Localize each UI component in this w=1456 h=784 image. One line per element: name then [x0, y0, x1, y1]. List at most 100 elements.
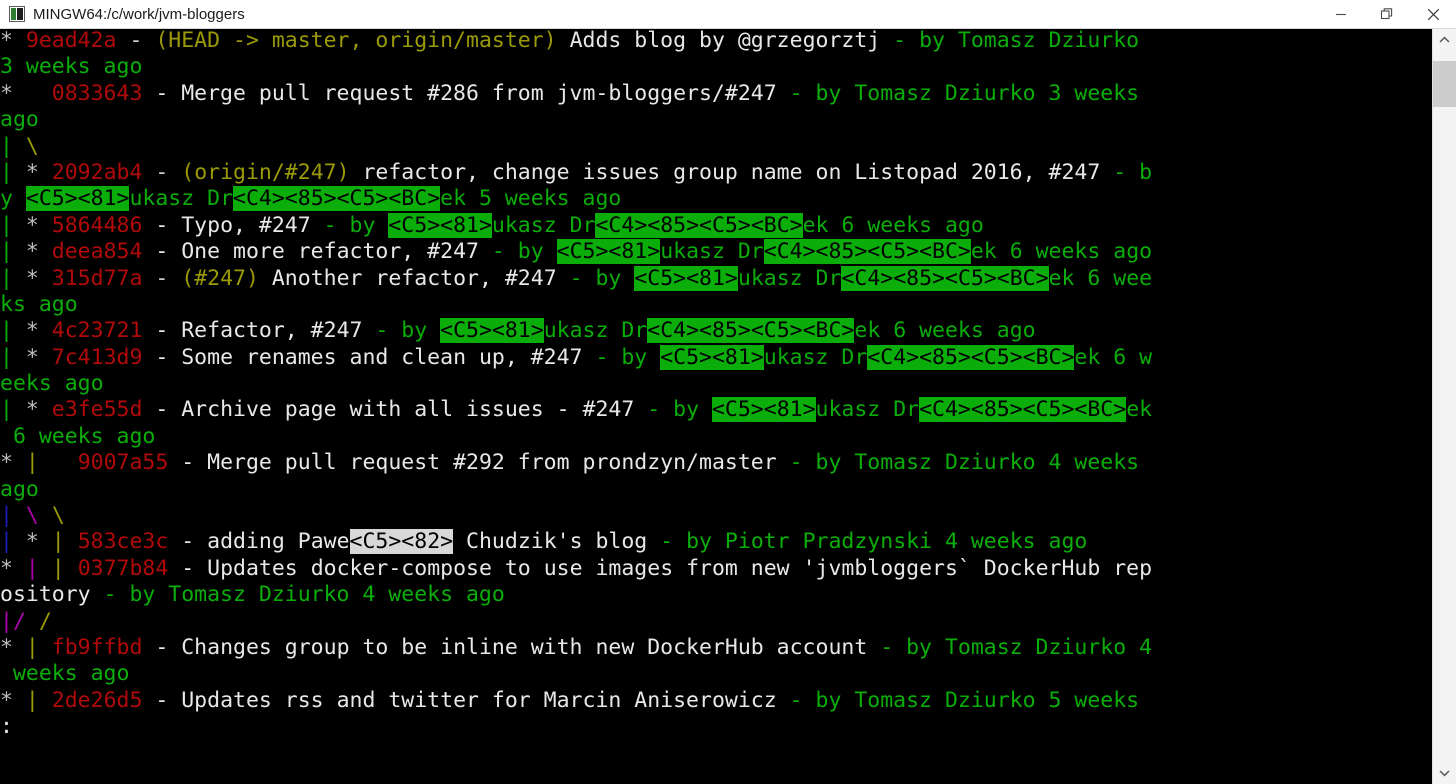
scroll-up-arrow-icon[interactable] — [1433, 29, 1456, 51]
terminal-text-span: 4c23721 — [51, 318, 143, 344]
maximize-restore-button[interactable] — [1364, 0, 1410, 29]
terminal-text-span: ek 6 weeks ago — [802, 212, 984, 238]
search-match-highlight: <C5><81> — [660, 344, 764, 370]
terminal-text-span: | — [25, 634, 39, 660]
terminal-text-span: deea854 — [51, 239, 143, 265]
terminal-window: MINGW64:/c/work/jvm-bloggers * 9ead42a -… — [0, 0, 1456, 784]
close-button[interactable] — [1410, 0, 1456, 29]
terminal-text-span: ks ago — [0, 291, 78, 317]
terminal-text-span: ukasz Dr — [129, 186, 234, 212]
terminal-text-span: | — [51, 529, 65, 555]
terminal-text-span: ek 6 weeks ago — [854, 318, 1036, 344]
terminal-text-span: | — [0, 212, 13, 238]
window-controls — [1318, 0, 1456, 29]
terminal-text-span — [39, 635, 52, 660]
terminal-text-span — [65, 529, 78, 554]
terminal-text-span: weeks ago — [0, 661, 130, 687]
terminal-line: * | fb9ffbd - Changes group to be inline… — [0, 635, 1432, 661]
terminal-text-span: ago — [0, 107, 39, 133]
vertical-scrollbar[interactable] — [1432, 29, 1456, 784]
terminal-text-span: - by — [582, 344, 661, 370]
scroll-down-arrow-icon[interactable] — [1433, 762, 1456, 784]
terminal-text-span — [39, 556, 52, 581]
terminal-line: * | 9007a55 - Merge pull request #292 fr… — [0, 450, 1432, 476]
terminal-line: | * | 583ce3c - adding Pawe<C5><82> Chud… — [0, 529, 1432, 555]
terminal-text-span: 9ead42a — [25, 29, 117, 53]
terminal-text-span: 5864486 — [51, 212, 143, 238]
terminal-text-span: | — [0, 397, 13, 423]
terminal-text-span — [13, 134, 26, 159]
terminal-text-span — [65, 556, 78, 581]
terminal-text-span: - by Tomasz Dziurko 4 weeks ago — [90, 582, 505, 608]
terminal-line: | * 2092ab4 - (origin/#247) refactor, ch… — [0, 160, 1432, 186]
terminal-line: | \ \ — [0, 503, 1432, 529]
terminal-line: ago — [0, 107, 1432, 133]
search-match-highlight: <C5><82> — [349, 529, 454, 555]
terminal-text-span: - Merge pull request #286 from jvm-blogg… — [142, 80, 777, 106]
terminal-text-span: | — [51, 555, 65, 581]
terminal-text-span: - — [116, 29, 156, 53]
terminal-line: * | 2de26d5 - Updates rss and twitter fo… — [0, 688, 1432, 714]
terminal-text-span: Another refactor, #247 — [258, 265, 557, 291]
terminal-text-span: 2092ab4 — [51, 159, 143, 185]
terminal-text-span: - by — [556, 265, 635, 291]
terminal-line: * 9ead42a - (HEAD -> master, origin/mast… — [0, 29, 1432, 54]
terminal-text-span: | — [0, 133, 13, 159]
terminal-text-span: - by — [310, 212, 389, 238]
terminal-text-span: eeks ago — [0, 371, 104, 397]
terminal-line: | * e3fe55d - Archive page with all issu… — [0, 397, 1432, 423]
terminal-text-span: 3 weeks ago — [0, 54, 143, 80]
terminal-text-span: * — [12, 397, 52, 423]
terminal-text-span: - by — [362, 318, 441, 344]
terminal-text-span: 7c413d9 — [51, 344, 143, 370]
terminal-line: | * deea854 - One more refactor, #247 - … — [0, 239, 1432, 265]
scrollbar-thumb[interactable] — [1433, 61, 1456, 107]
terminal-text-span: : — [0, 714, 13, 740]
terminal-line: ago — [0, 477, 1432, 503]
terminal-text-span: - b — [1100, 159, 1153, 185]
terminal-text-span: | — [0, 159, 13, 185]
terminal-text-span: (#247) — [181, 265, 259, 291]
minimize-button[interactable] — [1318, 0, 1364, 29]
terminal-line: * 0833643 - Merge pull request #286 from… — [0, 81, 1432, 107]
search-match-highlight: <C5><81> — [25, 186, 130, 212]
terminal-line: ks ago — [0, 292, 1432, 318]
terminal-text-span: - Refactor, #247 — [142, 318, 363, 344]
search-match-highlight: <C5><81> — [711, 397, 816, 423]
terminal-text-span: * — [12, 239, 52, 265]
terminal-output-area[interactable]: * 9ead42a - (HEAD -> master, origin/mast… — [0, 29, 1432, 784]
terminal-text-span: | — [0, 318, 13, 344]
terminal-text-span: - Changes group to be inline with new Do… — [142, 634, 868, 660]
terminal-line: 3 weeks ago — [0, 54, 1432, 80]
terminal-line: | * 315d77a - (#247) Another refactor, #… — [0, 265, 1432, 292]
terminal-text-span: | — [25, 555, 39, 581]
terminal-line: y <C5><81>ukasz Dr<C4><85><C5><BC>ek 5 w… — [0, 186, 1432, 212]
terminal-text-span: - Typo, #247 — [142, 212, 311, 238]
terminal-text-span: - — [142, 265, 182, 291]
terminal-text-span: * — [0, 634, 26, 660]
terminal-text-span — [39, 503, 52, 528]
terminal-text-span: refactor, change issues group name on Li… — [349, 159, 1101, 185]
terminal-line: | * 7c413d9 - Some renames and clean up,… — [0, 344, 1432, 371]
terminal-text-span: - by Tomasz Dziurko 4 — [867, 634, 1153, 660]
terminal-line: | * 4c23721 - Refactor, #247 - by <C5><8… — [0, 318, 1432, 344]
terminal-text-span: - Some renames and clean up, #247 — [142, 344, 583, 370]
terminal-text-span: (origin/#247) — [181, 159, 350, 185]
terminal-text-span: - by — [634, 397, 712, 423]
terminal-text-span: | — [0, 265, 13, 291]
terminal-text-span: ek 6 w — [1074, 344, 1153, 370]
terminal-text-span: - Merge pull request #292 from prondzyn/… — [168, 450, 777, 476]
terminal-icon — [9, 6, 25, 22]
terminal-text-span: 9007a55 — [77, 450, 169, 476]
search-match-highlight: <C4><85><C5><BC> — [647, 318, 855, 344]
terminal-text-span: - by Tomasz Dziurko 3 weeks — [776, 80, 1140, 106]
scrollbar-track[interactable] — [1433, 51, 1456, 762]
terminal-text-span — [39, 450, 78, 475]
terminal-text-span — [13, 186, 26, 211]
terminal-text-span: Adds blog by @grzegorztj — [556, 29, 881, 53]
terminal-line: 6 weeks ago — [0, 424, 1432, 450]
terminal-line: | \ — [0, 134, 1432, 160]
terminal-text-span: ukasz Dr — [543, 318, 648, 344]
terminal-text-span: | — [0, 529, 13, 555]
terminal-text-span: * — [0, 687, 26, 713]
